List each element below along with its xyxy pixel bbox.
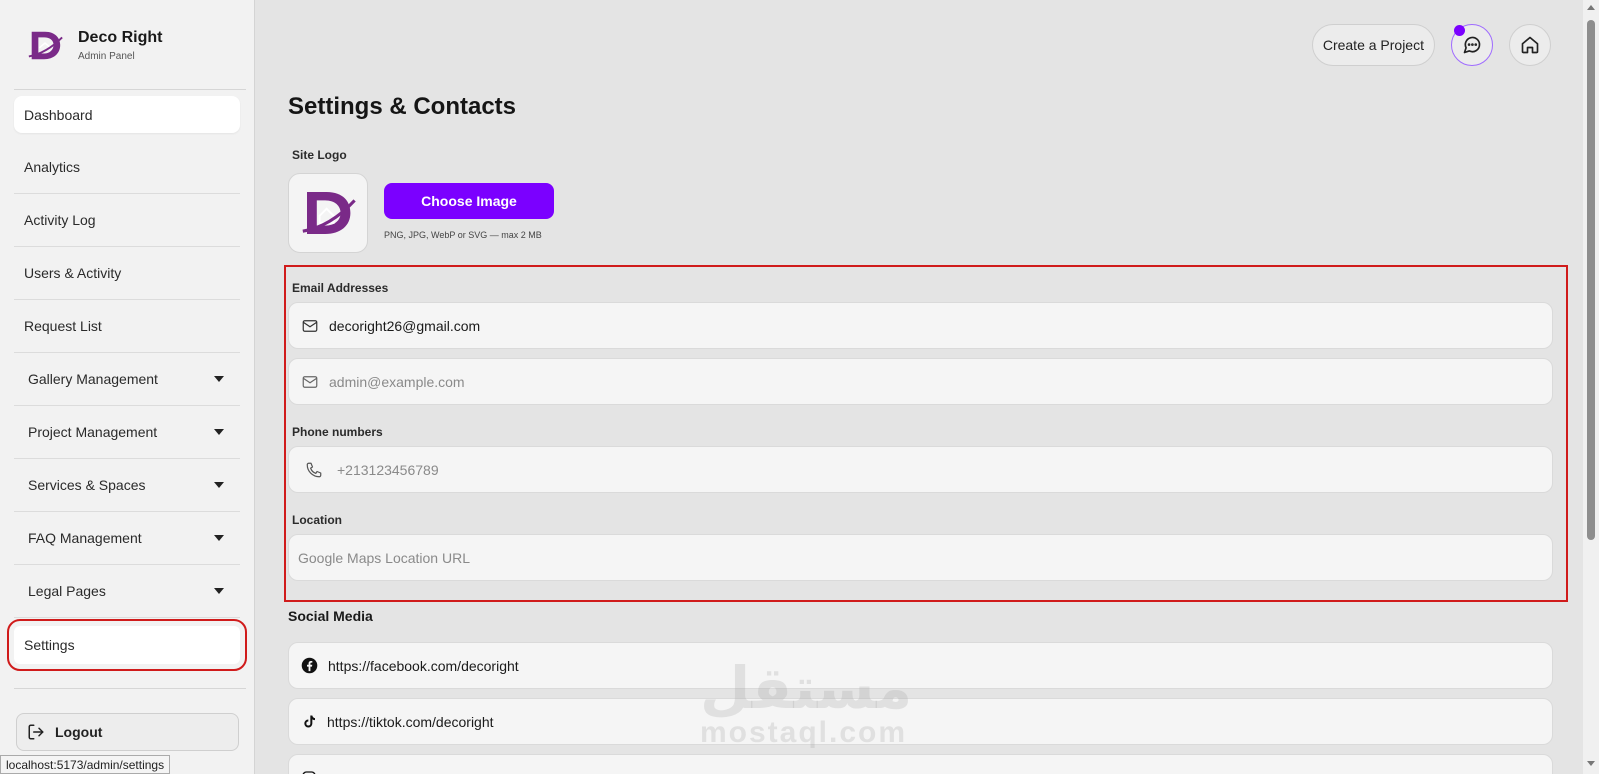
page-title: Settings & Contacts	[288, 93, 517, 120]
sidebar-item-dashboard[interactable]: Dashboard	[14, 96, 240, 133]
home-button[interactable]	[1509, 24, 1551, 66]
sidebar-item-label: Activity Log	[24, 212, 96, 228]
upload-hint: PNG, JPG, WebP or SVG — max 2 MB	[384, 230, 542, 240]
phone-field[interactable]	[288, 446, 1553, 493]
caret-down-icon	[214, 429, 224, 435]
page-scrollbar[interactable]	[1583, 0, 1599, 774]
phone-input[interactable]	[337, 461, 1437, 478]
brand-subtitle: Admin Panel	[78, 50, 135, 62]
instagram-field[interactable]	[288, 754, 1553, 774]
location-field[interactable]	[288, 534, 1553, 581]
sidebar-item-project-management[interactable]: Project Management	[14, 406, 240, 459]
tiktok-input[interactable]	[327, 713, 1427, 730]
brand-name: Deco Right	[78, 28, 163, 46]
create-project-button[interactable]: Create a Project	[1311, 24, 1435, 66]
sidebar-item-label: Services & Spaces	[28, 477, 146, 493]
email-field-primary[interactable]	[288, 302, 1553, 349]
browser-status-url: localhost:5173/admin/settings	[0, 755, 171, 774]
home-icon	[1521, 36, 1539, 54]
phone-icon	[306, 462, 322, 477]
scroll-up-arrow-icon[interactable]	[1587, 5, 1595, 10]
scroll-down-arrow-icon[interactable]	[1587, 761, 1595, 766]
topbar: Create a Project	[1311, 24, 1551, 66]
chat-icon	[1463, 36, 1481, 54]
logout-button[interactable]: Logout	[16, 713, 239, 751]
sidebar-item-label: Gallery Management	[28, 371, 158, 387]
tiktok-field[interactable]	[288, 698, 1553, 745]
sidebar-item-faq-management[interactable]: FAQ Management	[14, 512, 240, 565]
location-input[interactable]	[298, 549, 1398, 566]
sidebar-item-label: Settings	[24, 637, 75, 653]
brand[interactable]: Deco Right Admin Panel	[26, 26, 162, 64]
facebook-field[interactable]	[288, 642, 1553, 689]
tiktok-icon	[304, 715, 315, 728]
sidebar-item-activity-log[interactable]: Activity Log	[14, 194, 240, 247]
sidebar: Deco Right Admin Panel Dashboard Analyti…	[0, 0, 255, 774]
chat-button[interactable]	[1451, 24, 1493, 66]
email-input-secondary[interactable]	[329, 373, 1429, 390]
sidebar-nav: Dashboard Analytics Activity Log Users &…	[7, 96, 247, 671]
sidebar-item-label: Users & Activity	[24, 265, 122, 281]
sidebar-item-label: Legal Pages	[28, 583, 106, 599]
social-media-title: Social Media	[288, 608, 373, 624]
sidebar-item-request-list[interactable]: Request List	[14, 300, 240, 353]
sidebar-item-gallery-management[interactable]: Gallery Management	[14, 353, 240, 406]
sidebar-item-label: Dashboard	[24, 106, 93, 123]
choose-image-button[interactable]: Choose Image	[384, 183, 554, 219]
caret-down-icon	[214, 588, 224, 594]
email-addresses-label: Email Addresses	[292, 281, 389, 295]
sidebar-item-settings[interactable]: Settings	[7, 619, 247, 671]
notification-dot	[1454, 25, 1465, 36]
mail-icon	[302, 375, 318, 388]
site-logo-preview	[288, 173, 368, 253]
facebook-input[interactable]	[328, 657, 1428, 674]
sidebar-item-analytics[interactable]: Analytics	[14, 141, 240, 194]
sidebar-item-label: Request List	[24, 318, 102, 334]
logout-label: Logout	[55, 724, 103, 740]
sidebar-item-legal-pages[interactable]: Legal Pages	[14, 565, 240, 618]
facebook-icon	[301, 657, 318, 674]
location-label: Location	[292, 513, 342, 527]
divider	[14, 89, 246, 90]
divider	[14, 688, 246, 689]
mail-icon	[302, 319, 318, 332]
sidebar-item-label: FAQ Management	[28, 530, 142, 546]
email-field-secondary[interactable]	[288, 358, 1553, 405]
caret-down-icon	[214, 535, 224, 541]
site-logo-label: Site Logo	[292, 148, 347, 162]
scrollbar-thumb[interactable]	[1587, 20, 1595, 540]
logout-icon	[28, 724, 44, 740]
sidebar-item-users-activity[interactable]: Users & Activity	[14, 247, 240, 300]
sidebar-item-label: Project Management	[28, 424, 158, 440]
instagram-icon	[302, 770, 316, 774]
sidebar-item-services-spaces[interactable]: Services & Spaces	[14, 459, 240, 512]
caret-down-icon	[214, 482, 224, 488]
phone-numbers-label: Phone numbers	[292, 425, 383, 439]
brand-logo-icon	[28, 31, 63, 60]
caret-down-icon	[214, 376, 224, 382]
email-input-primary[interactable]	[329, 317, 1429, 334]
sidebar-item-label: Analytics	[24, 159, 81, 175]
site-logo-image	[302, 192, 356, 234]
